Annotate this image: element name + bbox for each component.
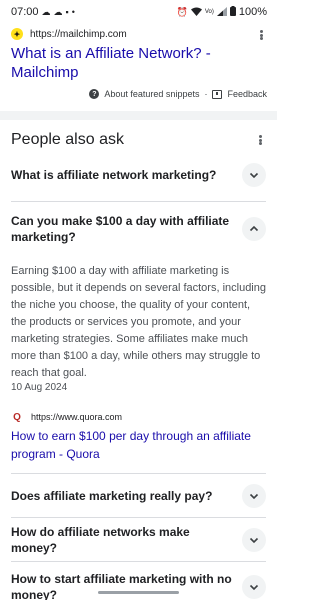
volte-icon: Vo) <box>204 9 214 15</box>
paa-question-text: Can you make $100 a day with affiliate m… <box>11 213 230 244</box>
result-source-url: https://mailchimp.com <box>30 28 127 40</box>
chevron-up-icon[interactable] <box>242 216 266 241</box>
image-icon: ▪ <box>65 6 69 17</box>
paa-question-text: How do affiliate networks make money? <box>11 524 190 555</box>
status-time: 07:00 <box>11 6 39 18</box>
paa-answer: Earning $100 a day with affiliate market… <box>11 255 266 463</box>
result-more-options-icon[interactable] <box>255 28 267 42</box>
chevron-down-icon[interactable] <box>242 162 266 187</box>
section-divider <box>0 111 277 120</box>
people-also-ask: People also ask What is affiliate networ… <box>0 120 277 600</box>
status-bar: 07:00 ☁ ☁ ▪ • ⏰ Vo) 100% <box>0 0 277 24</box>
alarm-icon: ⏰ <box>176 6 188 17</box>
answer-source-url: https://www.quora.com <box>31 412 123 422</box>
paa-question-4[interactable]: How do affiliate networks make money? <box>11 517 266 561</box>
paa-question-5[interactable]: How to start affiliate marketing with no… <box>11 561 266 600</box>
snippet-feedback-row: ? About featured snippets · Feedback <box>89 89 267 99</box>
mailchimp-favicon-icon: ✦ <box>11 28 23 40</box>
chevron-down-icon[interactable] <box>242 483 266 508</box>
about-featured-snippets-link[interactable]: About featured snippets <box>104 89 199 99</box>
paa-question-1[interactable]: What is affiliate network marketing? <box>11 160 266 189</box>
signal-icon <box>216 6 227 18</box>
status-left: 07:00 ☁ ☁ ▪ • <box>11 6 75 18</box>
search-result: ✦ https://mailchimp.com What is an Affil… <box>0 24 277 111</box>
feedback-link[interactable]: Feedback <box>227 89 267 99</box>
result-title-link[interactable]: What is an Affiliate Network? - Mailchim… <box>11 44 266 82</box>
status-right: ⏰ Vo) 100% <box>177 6 267 18</box>
answer-source[interactable]: Q https://www.quora.com <box>11 411 266 423</box>
paa-question-2[interactable]: Can you make $100 a day with affiliate m… <box>11 201 266 255</box>
help-icon: ? <box>89 89 100 99</box>
paa-more-options-icon[interactable] <box>254 133 266 147</box>
result-source[interactable]: ✦ https://mailchimp.com <box>11 26 266 42</box>
quora-icon: Q <box>13 411 21 423</box>
paa-heading: People also ask <box>11 131 124 148</box>
cloud-icon: ☁ <box>41 6 51 17</box>
dot-icon: • <box>71 6 75 17</box>
separator: · <box>204 89 208 99</box>
answer-date: 10 Aug 2024 <box>11 382 68 393</box>
paa-question-text: How to start affiliate marketing with no… <box>11 571 232 600</box>
battery-level: 100% <box>238 6 267 18</box>
paa-question-text: Does affiliate marketing really pay? <box>11 488 213 503</box>
chevron-down-icon[interactable] <box>242 527 266 552</box>
cloud-icon-2: ☁ <box>53 6 63 17</box>
paa-question-text: What is affiliate network marketing? <box>11 167 217 182</box>
paa-header: People also ask <box>11 120 266 160</box>
feedback-icon <box>212 89 223 99</box>
answer-text: Earning $100 a day with affiliate market… <box>11 265 266 379</box>
paa-question-3[interactable]: Does affiliate marketing really pay? <box>11 473 266 517</box>
chevron-down-icon[interactable] <box>242 574 266 599</box>
answer-title-link[interactable]: How to earn $100 per day through an affi… <box>11 427 266 463</box>
gesture-home-bar[interactable] <box>98 591 179 594</box>
battery-icon <box>229 6 236 18</box>
wifi-icon <box>190 7 202 18</box>
